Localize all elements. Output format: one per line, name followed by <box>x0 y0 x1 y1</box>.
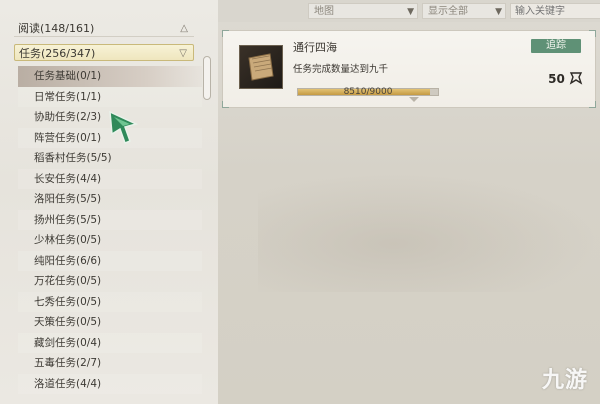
map-dropdown-label: 地图 <box>314 6 334 17</box>
keyword-search-input[interactable] <box>510 3 600 19</box>
list-item[interactable]: 稻香村任务(5/5) <box>18 148 202 169</box>
reward-points: 50 <box>548 71 583 86</box>
list-item[interactable]: 纯阳任务(6/6) <box>18 250 202 271</box>
list-item[interactable]: 万花任务(0/5) <box>18 271 202 292</box>
list-item[interactable]: 藏剑任务(0/4) <box>18 332 202 353</box>
card-corner-ornament <box>222 30 229 37</box>
progress-text: 8510/9000 <box>343 87 393 97</box>
list-item[interactable]: 日常任务(1/1) <box>18 86 202 107</box>
reward-value: 50 <box>548 72 565 86</box>
list-item[interactable]: 长安任务(4/4) <box>18 168 202 189</box>
achievement-category-panel: 阅读(148/161) △ 任务(256/347) ▽ 任务基础(0/1) 日常任… <box>0 0 218 404</box>
list-item[interactable]: 七秀任务(0/5) <box>18 291 202 312</box>
scrollbar-thumb[interactable] <box>203 56 211 100</box>
chevron-down-icon: ▼ <box>495 7 502 17</box>
book-icon <box>239 45 283 89</box>
achievement-title: 通行四海 <box>293 41 337 54</box>
track-button[interactable]: 追踪 <box>531 39 581 53</box>
list-item[interactable]: 任务基础(0/1) <box>18 66 202 87</box>
list-item[interactable]: 扬州任务(5/5) <box>18 209 202 230</box>
cursor-arrow-icon <box>109 110 138 144</box>
card-corner-ornament <box>589 30 596 37</box>
mountain-mist-background <box>258 172 598 292</box>
expand-icon: △ <box>180 23 188 34</box>
card-corner-ornament <box>589 101 596 108</box>
list-item[interactable]: 五毒任务(2/7) <box>18 353 202 374</box>
filter-dropdown-label: 显示全部 <box>428 6 468 17</box>
category-reading-label: 阅读(148/161) <box>18 22 95 35</box>
card-corner-ornament <box>222 101 229 108</box>
list-item[interactable]: 天策任务(0/5) <box>18 312 202 333</box>
reward-icon <box>569 72 583 85</box>
collapse-icon: ▽ <box>179 48 187 59</box>
watermark-text: 九游 <box>541 368 588 393</box>
achievement-description: 任务完成数量达到九千 <box>293 64 389 75</box>
expand-details-icon[interactable] <box>409 97 419 102</box>
achievement-card[interactable]: 通行四海 任务完成数量达到九千 追踪 50 8510/9000 <box>222 30 596 108</box>
category-quest[interactable]: 任务(256/347) ▽ <box>14 44 194 61</box>
filter-dropdown[interactable]: 显示全部 ▼ <box>422 3 506 19</box>
scrollbar-track[interactable] <box>203 56 211 396</box>
category-reading[interactable]: 阅读(148/161) △ <box>14 20 194 37</box>
watermark-logo: 九游 <box>542 362 588 394</box>
list-item[interactable]: 洛阳任务(5/5) <box>18 189 202 210</box>
category-quest-label: 任务(256/347) <box>19 47 96 60</box>
map-dropdown[interactable]: 地图 ▼ <box>308 3 418 19</box>
list-item[interactable]: 少林任务(0/5) <box>18 230 202 251</box>
chevron-down-icon: ▼ <box>407 7 414 17</box>
list-item[interactable]: 洛道任务(4/4) <box>18 373 202 394</box>
